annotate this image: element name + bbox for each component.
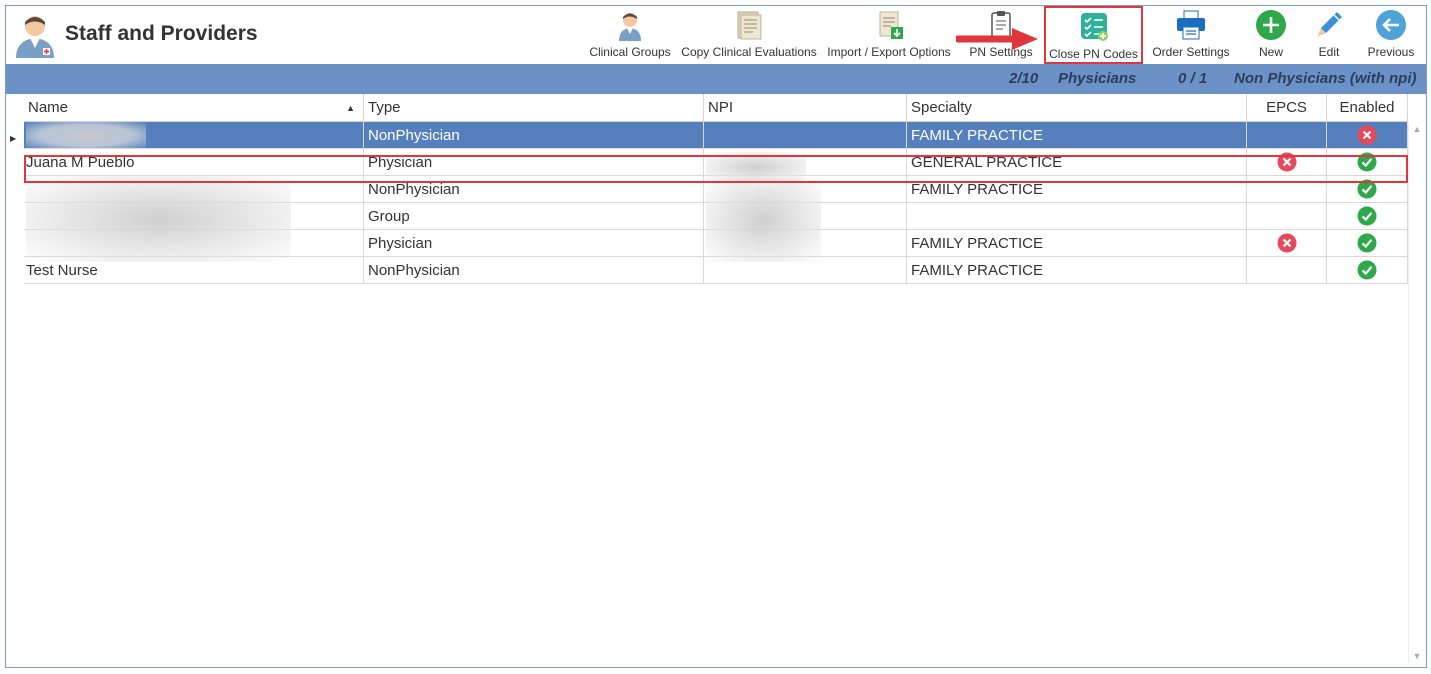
physicians-label: Physicians bbox=[1058, 70, 1137, 87]
clinical-groups-button[interactable]: Clinical Groups bbox=[586, 6, 674, 64]
clinical-groups-icon bbox=[619, 13, 641, 41]
previous-button[interactable]: Previous bbox=[1362, 6, 1420, 64]
page-title: Staff and Providers bbox=[65, 22, 258, 45]
cell-specialty: FAMILY PRACTICE bbox=[907, 176, 1247, 203]
cell-epcs bbox=[1247, 203, 1327, 230]
checklist-icon bbox=[1080, 13, 1108, 41]
cell-epcs bbox=[1247, 176, 1327, 203]
cell-type: Physician bbox=[364, 149, 704, 176]
pencil-icon bbox=[1318, 12, 1342, 36]
cell-type: NonPhysician bbox=[364, 176, 704, 203]
cell-name: Juana M Pueblo bbox=[24, 149, 364, 176]
check-icon bbox=[1357, 179, 1377, 199]
x-icon bbox=[1357, 125, 1377, 145]
cell-epcs bbox=[1247, 257, 1327, 284]
providers-grid: Name ▲ Type NPI Specialty EPCS Enabled ▶… bbox=[6, 94, 1426, 667]
import-export-icon bbox=[879, 11, 903, 39]
cell-specialty: GENERAL PRACTICE bbox=[907, 149, 1247, 176]
back-arrow-icon bbox=[1376, 10, 1406, 40]
plus-icon bbox=[1256, 10, 1286, 40]
cell-type: Physician bbox=[364, 230, 704, 257]
cell-type: NonPhysician bbox=[364, 257, 704, 284]
column-header-name[interactable]: Name ▲ bbox=[24, 94, 364, 122]
x-icon bbox=[1277, 152, 1296, 172]
cell-enabled bbox=[1327, 122, 1408, 149]
cell-enabled bbox=[1327, 257, 1408, 284]
cell-type: Group bbox=[364, 203, 704, 230]
cell-epcs bbox=[1247, 149, 1327, 176]
column-header-epcs[interactable]: EPCS bbox=[1247, 94, 1327, 122]
scroll-down-icon[interactable]: ▼ bbox=[1409, 649, 1425, 663]
stats-bar: 2/10 Physicians 0 / 1 Non Physicians (wi… bbox=[6, 64, 1426, 94]
check-icon bbox=[1357, 260, 1377, 280]
header: Staff and Providers Clinical Groups Copy… bbox=[6, 6, 1426, 64]
redacted-name bbox=[26, 122, 146, 149]
cell-enabled bbox=[1327, 176, 1408, 203]
order-settings-button[interactable]: Order Settings bbox=[1148, 6, 1234, 64]
physicians-count: 2/10 bbox=[1009, 70, 1039, 87]
column-header-specialty[interactable]: Specialty bbox=[907, 94, 1247, 122]
doctor-icon bbox=[16, 16, 54, 58]
cell-type: NonPhysician bbox=[364, 122, 704, 149]
import-export-options-button[interactable]: Import / Export Options bbox=[824, 6, 954, 64]
nonphysicians-count: 0 / 1 bbox=[1178, 70, 1208, 87]
scroll-up-icon[interactable]: ▲ bbox=[1409, 122, 1425, 136]
redacted-names bbox=[26, 176, 291, 262]
check-icon bbox=[1357, 206, 1377, 226]
x-icon bbox=[1277, 233, 1296, 253]
close-pn-codes-button[interactable]: Close PN Codes bbox=[1044, 6, 1143, 64]
edit-button[interactable]: Edit bbox=[1306, 6, 1352, 64]
sort-ascending-icon: ▲ bbox=[346, 103, 355, 113]
new-button[interactable]: New bbox=[1246, 6, 1296, 64]
cell-specialty: FAMILY PRACTICE bbox=[907, 122, 1247, 149]
cell-specialty: FAMILY PRACTICE bbox=[907, 230, 1247, 257]
staff-providers-window: Staff and Providers Clinical Groups Copy… bbox=[5, 5, 1427, 668]
redacted-npis bbox=[706, 178, 821, 262]
column-header-npi[interactable]: NPI bbox=[704, 94, 907, 122]
check-icon bbox=[1357, 152, 1377, 172]
copy-document-icon bbox=[737, 11, 762, 40]
table-row[interactable]: NonPhysician FAMILY PRACTICE bbox=[24, 122, 1408, 149]
printer-icon bbox=[1177, 10, 1205, 40]
callout-arrow-icon bbox=[956, 28, 1038, 50]
cell-enabled bbox=[1327, 230, 1408, 257]
cell-epcs bbox=[1247, 122, 1327, 149]
check-icon bbox=[1357, 233, 1377, 253]
cell-enabled bbox=[1327, 203, 1408, 230]
vertical-scrollbar[interactable]: ▲ ▼ bbox=[1408, 122, 1424, 663]
cell-specialty bbox=[907, 203, 1247, 230]
cell-npi bbox=[704, 122, 907, 149]
current-row-indicator-icon: ▶ bbox=[10, 134, 17, 143]
cell-specialty: FAMILY PRACTICE bbox=[907, 257, 1247, 284]
column-header-enabled[interactable]: Enabled bbox=[1327, 94, 1408, 122]
cell-epcs bbox=[1247, 230, 1327, 257]
cell-enabled bbox=[1327, 149, 1408, 176]
copy-clinical-evaluations-button[interactable]: Copy Clinical Evaluations bbox=[680, 6, 818, 64]
column-header-type[interactable]: Type bbox=[364, 94, 704, 122]
nonphysicians-label: Non Physicians (with npi) bbox=[1234, 70, 1417, 87]
